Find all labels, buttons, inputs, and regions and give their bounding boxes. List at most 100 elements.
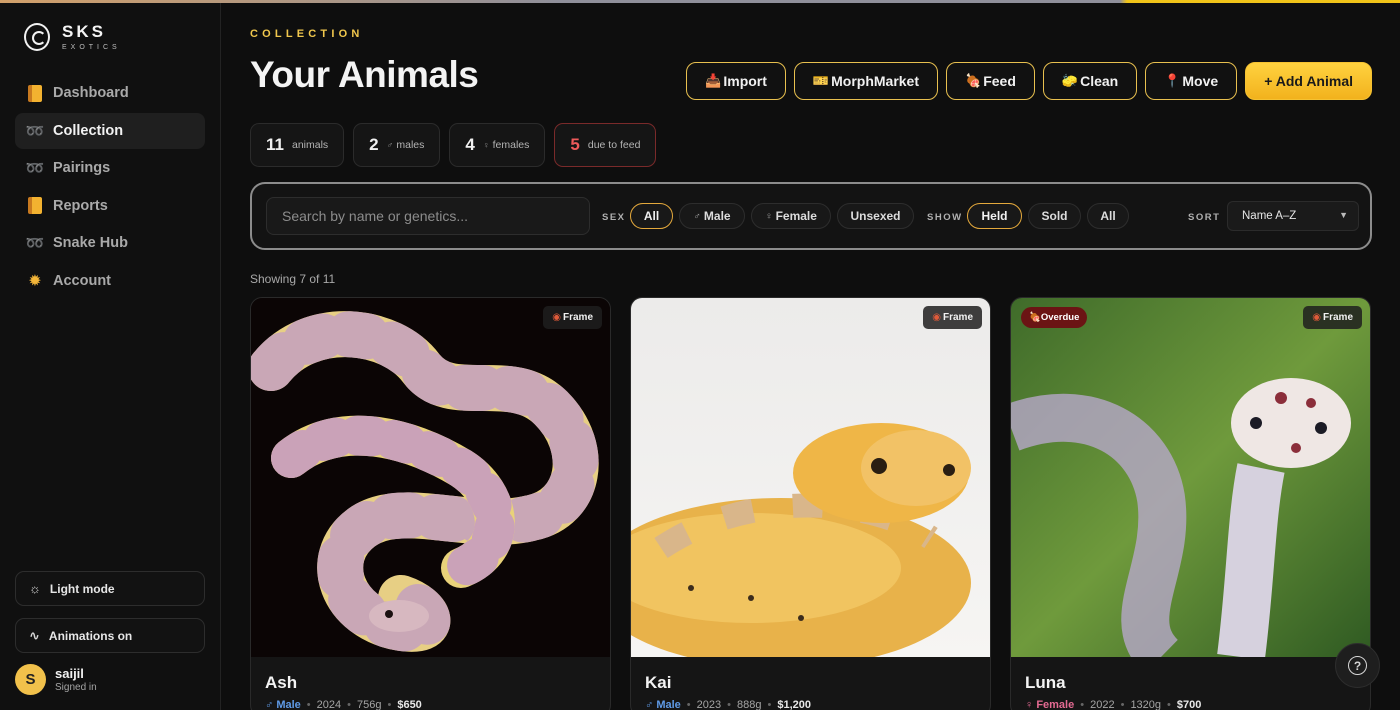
stat-label: males bbox=[396, 139, 425, 151]
animal-sex-label: Male bbox=[656, 699, 681, 710]
brand-name: SKS bbox=[62, 22, 106, 41]
main-content: COLLECTION Your Animals 📥 Import 🎫 Morph… bbox=[250, 3, 1372, 710]
animal-card[interactable]: 🍖 Overdue ◉ Frame Luna ♀ Female • 2022 •… bbox=[1010, 297, 1371, 710]
sort-label: SORT bbox=[1188, 212, 1221, 223]
separator: • bbox=[1080, 699, 1085, 710]
stat-value: 5 bbox=[570, 135, 580, 154]
stat-label: animals bbox=[291, 139, 329, 151]
header-actions: 📥 Import 🎫 MorphMarket 🍖 Feed 🧽 Clean 📍 … bbox=[686, 62, 1372, 100]
logo-mark-icon bbox=[24, 23, 50, 51]
frame-icon: ◉ bbox=[1312, 312, 1321, 323]
filter-bar: SEX All ♂ Male ♀ Female Unsexed SHOW Hel… bbox=[250, 182, 1372, 250]
sort-select[interactable]: Name A–Z ▼ bbox=[1227, 201, 1359, 231]
animal-photo: ◉ Frame bbox=[631, 298, 990, 657]
frame-badge: ◉ Frame bbox=[923, 306, 982, 329]
snake-icon: ➿ bbox=[25, 160, 45, 178]
snake-icon: ➿ bbox=[25, 235, 45, 253]
animal-weight: 1320g bbox=[1130, 699, 1162, 710]
pill-label: Female bbox=[775, 209, 817, 223]
stat-value: 2 bbox=[369, 135, 379, 154]
sidebar-item-snake-hub[interactable]: ➿ Snake Hub bbox=[15, 225, 205, 261]
sidebar-item-label: Account bbox=[53, 272, 111, 289]
separator: • bbox=[1120, 699, 1125, 710]
animal-sex: ♂ Male bbox=[645, 699, 681, 710]
separator: • bbox=[347, 699, 351, 710]
add-animal-button[interactable]: + Add Animal bbox=[1245, 62, 1372, 100]
female-icon: ♀ bbox=[765, 210, 773, 222]
overdue-badge-label: Overdue bbox=[1040, 312, 1080, 323]
stat-label: females bbox=[492, 139, 530, 151]
feed-button[interactable]: 🍖 Feed bbox=[946, 62, 1035, 100]
feed-label: Feed bbox=[983, 73, 1016, 89]
frame-icon: ◉ bbox=[552, 312, 561, 323]
brand-logo[interactable]: SKS EXOTICS bbox=[24, 23, 121, 51]
morphmarket-button[interactable]: 🎫 MorphMarket bbox=[793, 62, 939, 100]
show-filter-held[interactable]: Held bbox=[967, 203, 1022, 229]
ticket-icon: 🎫 bbox=[812, 73, 830, 88]
brand-tagline: EXOTICS bbox=[62, 44, 121, 51]
animal-card[interactable]: ◉ Frame Ash ♂ Male • 2024 • 756g • $650 bbox=[250, 297, 611, 710]
question-icon: ? bbox=[1348, 656, 1367, 675]
frame-badge: ◉ Frame bbox=[1303, 306, 1362, 329]
sun-icon: ☼ bbox=[29, 581, 41, 596]
sex-filter-female[interactable]: ♀ Female bbox=[751, 203, 831, 229]
animations-label: Animations on bbox=[48, 628, 133, 643]
stat-label: due to feed bbox=[587, 139, 641, 151]
animal-sex: ♂ Male bbox=[265, 699, 301, 710]
frame-badge-label: Frame bbox=[562, 312, 593, 323]
animal-price: $700 bbox=[1176, 699, 1202, 710]
import-button[interactable]: 📥 Import bbox=[686, 62, 786, 100]
sex-filter-label: SEX bbox=[602, 212, 626, 223]
animal-card[interactable]: ◉ Frame Kai ♂ Male • 2023 • 888g • $1,20… bbox=[630, 297, 991, 710]
animal-meta: ♀ Female • 2022 • 1320g • $700 bbox=[1025, 699, 1201, 710]
snake-icon: ➿ bbox=[25, 122, 45, 140]
animal-photo: 🍖 Overdue ◉ Frame bbox=[1011, 298, 1370, 657]
clean-button[interactable]: 🧽 Clean bbox=[1042, 62, 1138, 100]
help-button[interactable]: ? bbox=[1335, 643, 1380, 688]
show-filter-sold[interactable]: Sold bbox=[1028, 203, 1081, 229]
move-button[interactable]: 📍 Move bbox=[1145, 62, 1238, 100]
male-icon: ♂ bbox=[645, 699, 654, 710]
animal-weight: 756g bbox=[356, 699, 382, 710]
female-icon: ♀ bbox=[482, 140, 490, 150]
sidebar-item-collection[interactable]: ➿ Collection bbox=[15, 112, 205, 149]
book-icon bbox=[26, 197, 44, 215]
light-mode-toggle[interactable]: ☼ Light mode bbox=[15, 571, 205, 606]
animal-weight: 888g bbox=[736, 699, 762, 710]
sidebar-item-pairings[interactable]: ➿ Pairings bbox=[15, 150, 205, 186]
frame-badge-label: Frame bbox=[942, 312, 973, 323]
sex-filter-unsexed[interactable]: Unsexed bbox=[837, 203, 914, 229]
pill-label: Male bbox=[703, 209, 731, 223]
male-icon: ♂ bbox=[386, 140, 394, 150]
search-input[interactable] bbox=[266, 197, 590, 235]
animal-price: $1,200 bbox=[777, 699, 811, 710]
star-icon: ✹ bbox=[28, 272, 42, 290]
show-filter-all[interactable]: All bbox=[1087, 203, 1129, 229]
stat-animals: 11 animals bbox=[250, 123, 345, 167]
sidebar-item-label: Snake Hub bbox=[53, 235, 128, 252]
separator: • bbox=[727, 699, 731, 710]
animal-meta: ♂ Male • 2023 • 888g • $1,200 bbox=[645, 699, 811, 710]
animal-year: 2024 bbox=[316, 699, 342, 710]
separator: • bbox=[767, 699, 772, 710]
animal-year: 2022 bbox=[1090, 699, 1115, 710]
pin-icon: 📍 bbox=[1164, 73, 1181, 88]
show-filter-label: SHOW bbox=[927, 212, 963, 223]
results-count: Showing 7 of 11 bbox=[250, 272, 336, 286]
sex-filter-all[interactable]: All bbox=[630, 203, 673, 229]
sidebar-item-account[interactable]: ✹ Account bbox=[15, 263, 205, 299]
clean-label: Clean bbox=[1080, 73, 1119, 89]
sidebar-item-reports[interactable]: Reports bbox=[15, 188, 205, 224]
sex-filter-male[interactable]: ♂ Male bbox=[679, 203, 745, 229]
sponge-icon: 🧽 bbox=[1061, 73, 1079, 88]
sidebar: SKS EXOTICS Dashboard ➿ Collection ➿ Pai… bbox=[0, 3, 221, 710]
user-status: Signed in bbox=[55, 682, 97, 693]
frame-badge: ◉ Frame bbox=[543, 306, 602, 329]
animations-toggle[interactable]: ∿ Animations on bbox=[15, 618, 205, 653]
light-mode-label: Light mode bbox=[49, 581, 115, 596]
stat-males: 2 ♂ males bbox=[353, 123, 441, 167]
stat-due-to-feed[interactable]: 5 due to feed bbox=[554, 123, 657, 167]
user-profile[interactable]: S saijil Signed in bbox=[15, 664, 97, 695]
sidebar-item-dashboard[interactable]: Dashboard bbox=[15, 75, 205, 111]
animal-name: Ash bbox=[265, 673, 298, 692]
